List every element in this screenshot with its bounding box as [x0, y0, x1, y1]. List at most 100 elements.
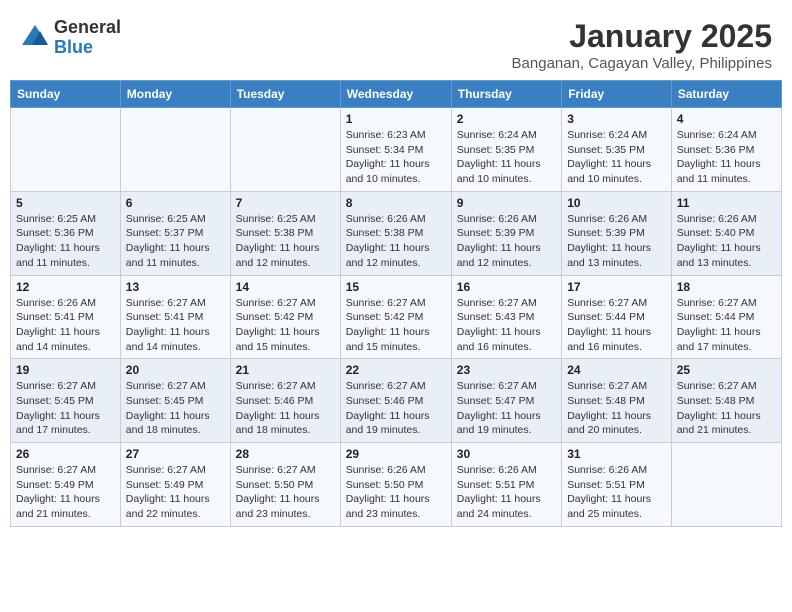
day-info: Sunrise: 6:27 AM Sunset: 5:41 PM Dayligh…	[126, 296, 225, 355]
calendar-cell: 30Sunrise: 6:26 AM Sunset: 5:51 PM Dayli…	[451, 443, 561, 527]
day-number: 28	[236, 447, 335, 461]
day-number: 19	[16, 363, 115, 377]
calendar-header-saturday: Saturday	[671, 81, 781, 108]
calendar-cell: 19 Sunrise: 6:27 AM Sunset: 5:45 PM Dayli…	[11, 359, 121, 443]
calendar-cell	[11, 108, 121, 192]
day-info: Sunrise: 6:25 AM Sunset: 5:37 PM Dayligh…	[126, 212, 225, 271]
calendar-cell: 11 Sunrise: 6:26 AM Sunset: 5:40 PM Dayli…	[671, 191, 781, 275]
calendar-cell: 1Sunrise: 6:23 AM Sunset: 5:34 PM Daylig…	[340, 108, 451, 192]
day-info: Sunrise: 6:27 AM Sunset: 5:45 PM Dayligh…	[16, 379, 115, 438]
logo: General Blue	[20, 18, 121, 58]
day-number: 10	[567, 196, 666, 210]
day-number: 22	[346, 363, 446, 377]
day-info: Sunrise: 6:26 AM Sunset: 5:41 PM Dayligh…	[16, 296, 115, 355]
location-subtitle: Banganan, Cagayan Valley, Philippines	[512, 55, 772, 72]
calendar-cell: 23 Sunrise: 6:27 AM Sunset: 5:47 PM Dayli…	[451, 359, 561, 443]
day-info: Sunrise: 6:27 AM Sunset: 5:44 PM Dayligh…	[567, 296, 666, 355]
day-info: Sunrise: 6:26 AM Sunset: 5:39 PM Dayligh…	[567, 212, 666, 271]
logo-general-text: General	[54, 18, 121, 38]
calendar-week-row: 12Sunrise: 6:26 AM Sunset: 5:41 PM Dayli…	[11, 275, 782, 359]
day-number: 16	[457, 280, 556, 294]
calendar-cell: 3Sunrise: 6:24 AM Sunset: 5:35 PM Daylig…	[562, 108, 672, 192]
day-info: Sunrise: 6:27 AM Sunset: 5:44 PM Dayligh…	[677, 296, 776, 355]
day-info: Sunrise: 6:27 AM Sunset: 5:42 PM Dayligh…	[236, 296, 335, 355]
calendar-cell: 9 Sunrise: 6:26 AM Sunset: 5:39 PM Daylig…	[451, 191, 561, 275]
calendar-cell: 13 Sunrise: 6:27 AM Sunset: 5:41 PM Dayli…	[120, 275, 230, 359]
calendar-header-tuesday: Tuesday	[230, 81, 340, 108]
calendar-cell	[120, 108, 230, 192]
day-info: Sunrise: 6:24 AM Sunset: 5:35 PM Dayligh…	[457, 128, 556, 187]
day-number: 5	[16, 196, 115, 210]
day-number: 11	[677, 196, 776, 210]
day-info: Sunrise: 6:27 AM Sunset: 5:45 PM Dayligh…	[126, 379, 225, 438]
logo-text: General Blue	[54, 18, 121, 58]
day-number: 2	[457, 112, 556, 126]
day-info: Sunrise: 6:27 AM Sunset: 5:43 PM Dayligh…	[457, 296, 556, 355]
day-info: Sunrise: 6:27 AM Sunset: 5:49 PM Dayligh…	[16, 463, 115, 522]
day-number: 29	[346, 447, 446, 461]
calendar-cell: 28 Sunrise: 6:27 AM Sunset: 5:50 PM Dayli…	[230, 443, 340, 527]
calendar-cell: 31Sunrise: 6:26 AM Sunset: 5:51 PM Dayli…	[562, 443, 672, 527]
calendar-week-row: 26 Sunrise: 6:27 AM Sunset: 5:49 PM Dayli…	[11, 443, 782, 527]
logo-blue-text: Blue	[54, 38, 121, 58]
day-number: 24	[567, 363, 666, 377]
calendar-cell: 18 Sunrise: 6:27 AM Sunset: 5:44 PM Dayli…	[671, 275, 781, 359]
day-number: 21	[236, 363, 335, 377]
calendar-cell: 2 Sunrise: 6:24 AM Sunset: 5:35 PM Daylig…	[451, 108, 561, 192]
day-number: 27	[126, 447, 225, 461]
calendar-header-sunday: Sunday	[11, 81, 121, 108]
calendar-cell: 21Sunrise: 6:27 AM Sunset: 5:46 PM Dayli…	[230, 359, 340, 443]
day-number: 17	[567, 280, 666, 294]
day-info: Sunrise: 6:27 AM Sunset: 5:47 PM Dayligh…	[457, 379, 556, 438]
day-number: 8	[346, 196, 446, 210]
day-info: Sunrise: 6:24 AM Sunset: 5:36 PM Dayligh…	[677, 128, 776, 187]
calendar-cell: 5Sunrise: 6:25 AM Sunset: 5:36 PM Daylig…	[11, 191, 121, 275]
calendar-cell: 25Sunrise: 6:27 AM Sunset: 5:48 PM Dayli…	[671, 359, 781, 443]
calendar-cell: 8 Sunrise: 6:26 AM Sunset: 5:38 PM Daylig…	[340, 191, 451, 275]
calendar-week-row: 19 Sunrise: 6:27 AM Sunset: 5:45 PM Dayli…	[11, 359, 782, 443]
calendar-cell: 24 Sunrise: 6:27 AM Sunset: 5:48 PM Dayli…	[562, 359, 672, 443]
day-number: 25	[677, 363, 776, 377]
day-info: Sunrise: 6:27 AM Sunset: 5:50 PM Dayligh…	[236, 463, 335, 522]
day-number: 13	[126, 280, 225, 294]
calendar-cell: 7 Sunrise: 6:25 AM Sunset: 5:38 PM Daylig…	[230, 191, 340, 275]
day-info: Sunrise: 6:26 AM Sunset: 5:38 PM Dayligh…	[346, 212, 446, 271]
calendar-cell: 10 Sunrise: 6:26 AM Sunset: 5:39 PM Dayli…	[562, 191, 672, 275]
day-info: Sunrise: 6:27 AM Sunset: 5:42 PM Dayligh…	[346, 296, 446, 355]
day-info: Sunrise: 6:26 AM Sunset: 5:39 PM Dayligh…	[457, 212, 556, 271]
calendar-cell: 4 Sunrise: 6:24 AM Sunset: 5:36 PM Daylig…	[671, 108, 781, 192]
calendar-header-monday: Monday	[120, 81, 230, 108]
day-number: 7	[236, 196, 335, 210]
day-number: 15	[346, 280, 446, 294]
day-number: 4	[677, 112, 776, 126]
calendar-cell: 16 Sunrise: 6:27 AM Sunset: 5:43 PM Dayli…	[451, 275, 561, 359]
calendar-header-wednesday: Wednesday	[340, 81, 451, 108]
day-info: Sunrise: 6:25 AM Sunset: 5:38 PM Dayligh…	[236, 212, 335, 271]
calendar-cell: 26 Sunrise: 6:27 AM Sunset: 5:49 PM Dayli…	[11, 443, 121, 527]
page-header: General Blue January 2025 Banganan, Caga…	[10, 10, 782, 76]
calendar-cell	[671, 443, 781, 527]
day-number: 18	[677, 280, 776, 294]
day-number: 26	[16, 447, 115, 461]
day-number: 20	[126, 363, 225, 377]
calendar-header-row: SundayMondayTuesdayWednesdayThursdayFrid…	[11, 81, 782, 108]
calendar-cell: 20 Sunrise: 6:27 AM Sunset: 5:45 PM Dayli…	[120, 359, 230, 443]
calendar-cell: 17 Sunrise: 6:27 AM Sunset: 5:44 PM Dayli…	[562, 275, 672, 359]
day-number: 6	[126, 196, 225, 210]
day-info: Sunrise: 6:27 AM Sunset: 5:48 PM Dayligh…	[567, 379, 666, 438]
day-number: 30	[457, 447, 556, 461]
logo-icon	[20, 23, 50, 53]
calendar-table: SundayMondayTuesdayWednesdayThursdayFrid…	[10, 80, 782, 527]
day-info: Sunrise: 6:23 AM Sunset: 5:34 PM Dayligh…	[346, 128, 446, 187]
day-info: Sunrise: 6:26 AM Sunset: 5:40 PM Dayligh…	[677, 212, 776, 271]
day-info: Sunrise: 6:27 AM Sunset: 5:46 PM Dayligh…	[346, 379, 446, 438]
calendar-cell: 14Sunrise: 6:27 AM Sunset: 5:42 PM Dayli…	[230, 275, 340, 359]
calendar-week-row: 5Sunrise: 6:25 AM Sunset: 5:36 PM Daylig…	[11, 191, 782, 275]
calendar-cell: 12Sunrise: 6:26 AM Sunset: 5:41 PM Dayli…	[11, 275, 121, 359]
calendar-week-row: 1Sunrise: 6:23 AM Sunset: 5:34 PM Daylig…	[11, 108, 782, 192]
month-title: January 2025	[512, 18, 772, 55]
calendar-cell: 29Sunrise: 6:26 AM Sunset: 5:50 PM Dayli…	[340, 443, 451, 527]
day-number: 23	[457, 363, 556, 377]
day-number: 9	[457, 196, 556, 210]
calendar-header-friday: Friday	[562, 81, 672, 108]
